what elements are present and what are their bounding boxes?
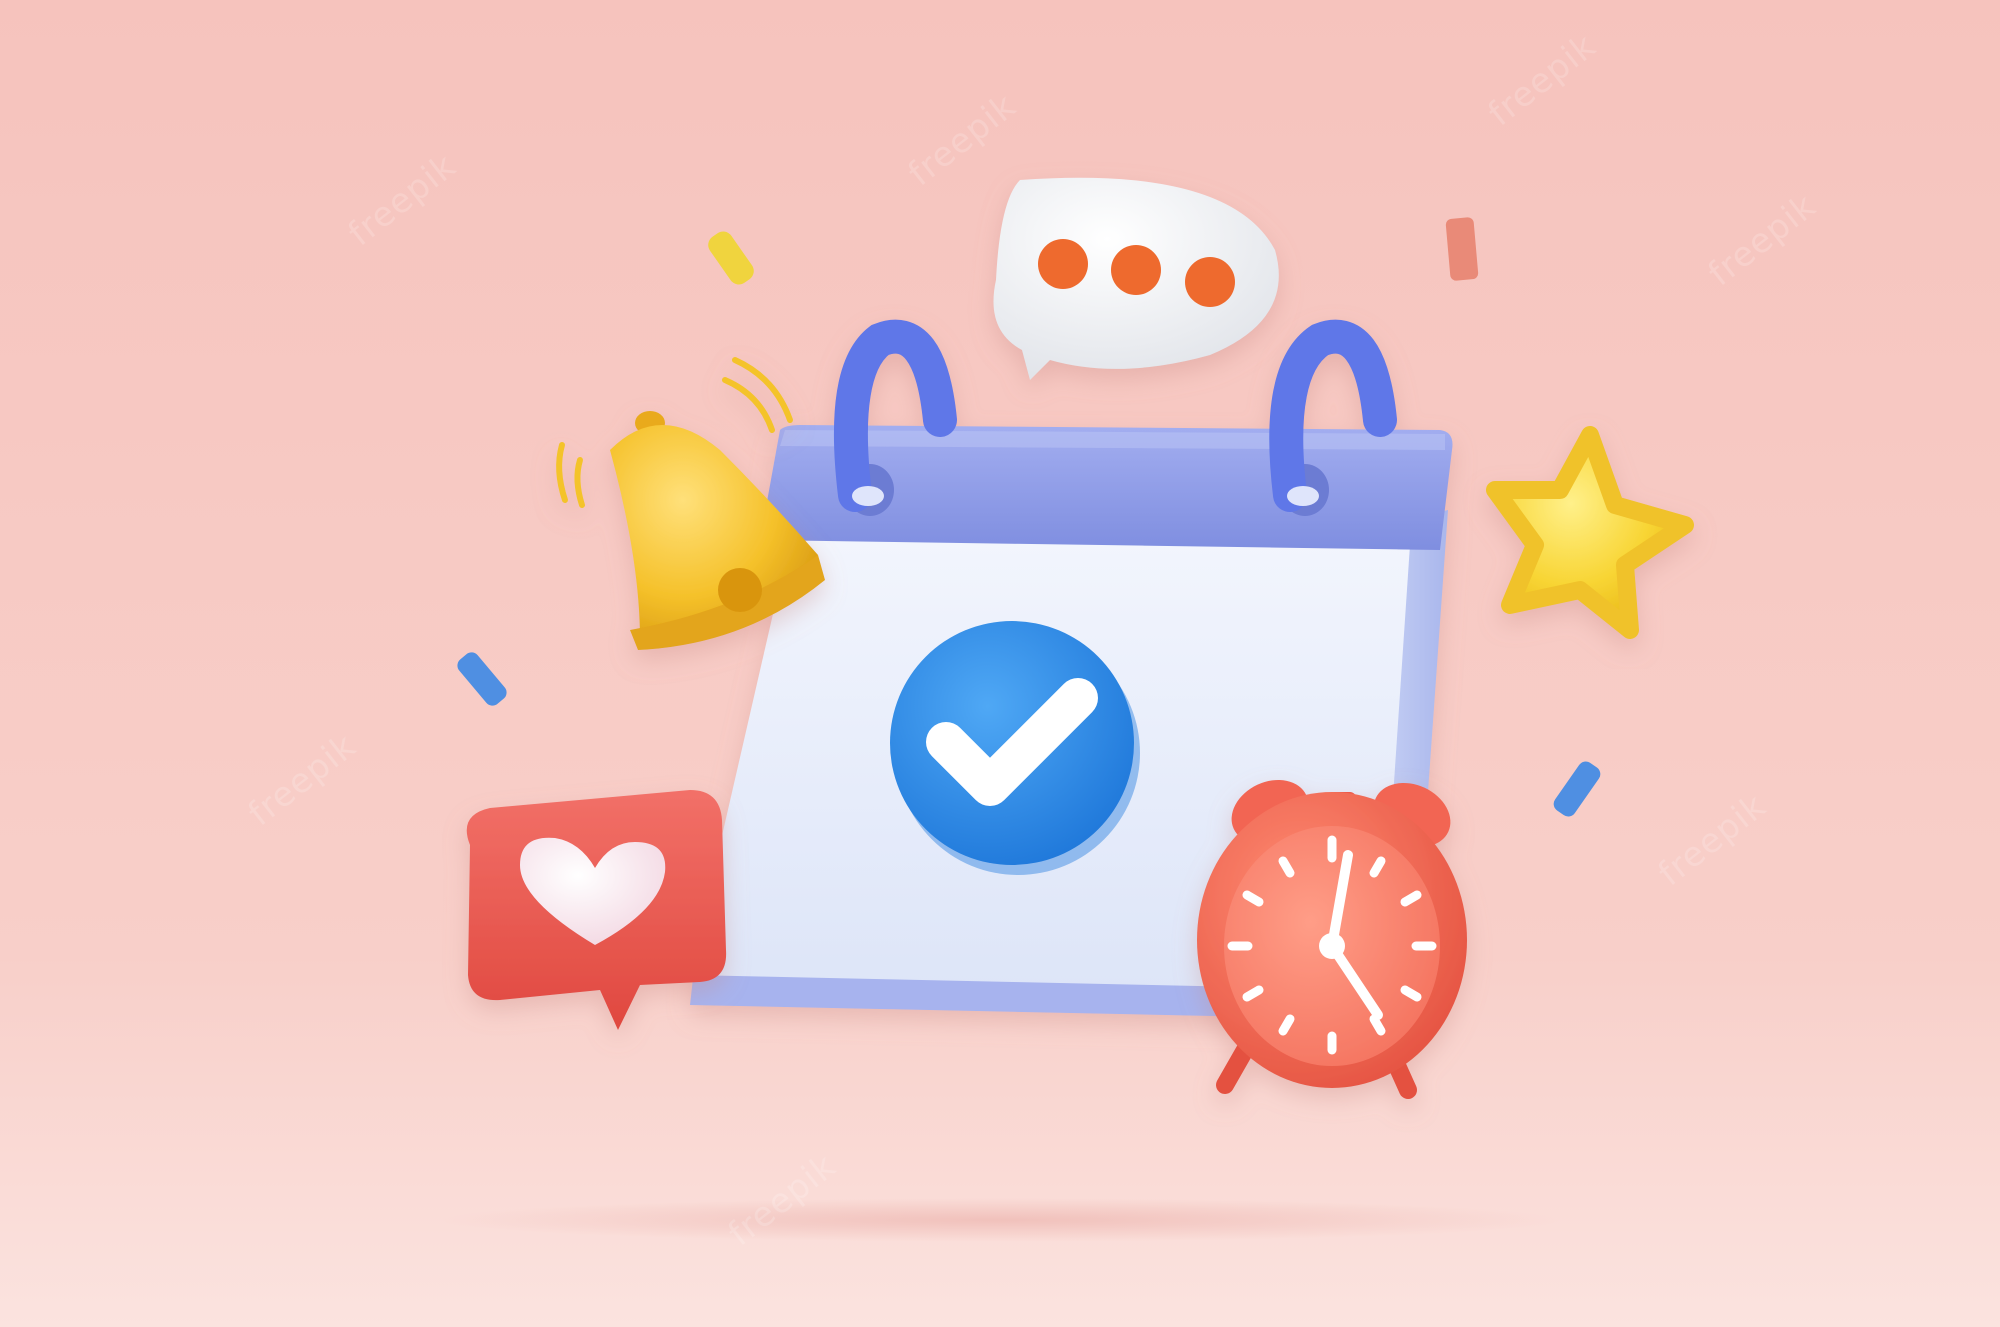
confetti-piece	[1445, 217, 1479, 281]
speech-dot	[1185, 257, 1235, 307]
speech-dot	[1038, 239, 1088, 289]
floor-shadow	[440, 1198, 1560, 1242]
speech-dot	[1111, 245, 1161, 295]
illustration-canvas: freepik freepik freepik freepik freepik …	[0, 0, 2000, 1327]
alarm-clock-icon	[1197, 779, 1467, 1099]
illustration-svg	[0, 0, 2000, 1327]
